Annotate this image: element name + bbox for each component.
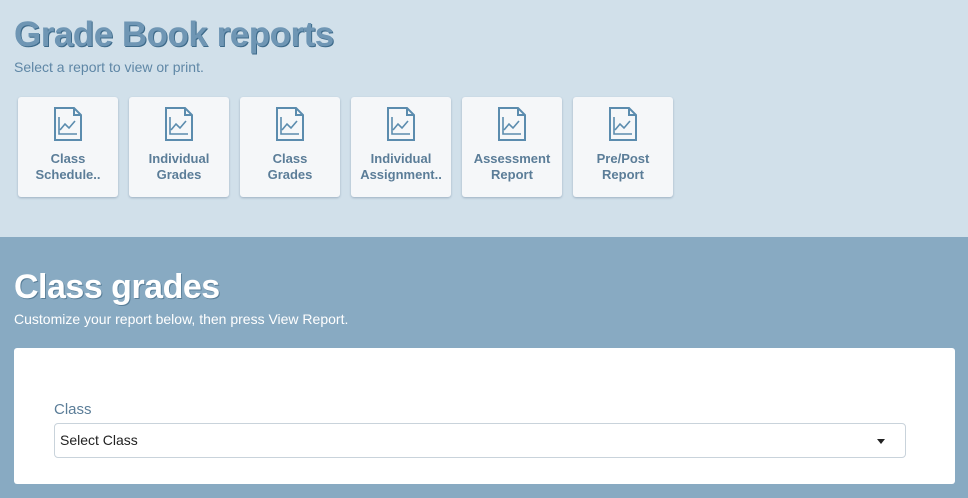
report-tile-pre-post-report[interactable]: Pre/Post Report	[573, 97, 673, 197]
page-title: Grade Book reports	[14, 15, 334, 54]
report-options-panel: Class grades Customize your report below…	[0, 237, 968, 498]
report-chart-icon	[54, 107, 82, 141]
report-chart-icon	[165, 107, 193, 141]
report-tiles: Class Schedule.. Individual Grades Class Gr…	[18, 97, 673, 197]
report-options-card: Class Select Class	[14, 348, 955, 484]
class-select-value: Select Class	[60, 432, 138, 448]
report-chart-icon	[276, 107, 304, 141]
report-tile-label: Assessment Report	[473, 151, 551, 182]
class-field-label: Class	[54, 401, 92, 418]
report-chart-icon	[609, 107, 637, 141]
reports-header-panel: Grade Book reports Select a report to vi…	[0, 0, 968, 237]
report-tile-label: Class Schedule..	[35, 151, 101, 182]
report-tile-label: Individual Grades	[148, 151, 210, 182]
report-tile-individual-grades[interactable]: Individual Grades	[129, 97, 229, 197]
caret-down-icon	[877, 439, 885, 444]
page-subtitle: Select a report to view or print.	[14, 59, 204, 75]
class-select[interactable]: Select Class	[54, 423, 906, 458]
report-tile-class-grades[interactable]: Class Grades	[240, 97, 340, 197]
report-tile-label: Pre/Post Report	[596, 151, 650, 182]
report-chart-icon	[498, 107, 526, 141]
section-subtitle: Customize your report below, then press …	[14, 311, 349, 327]
report-chart-icon	[387, 107, 415, 141]
report-tile-assessment-report[interactable]: Assessment Report	[462, 97, 562, 197]
report-tile-individual-assignment[interactable]: Individual Assignment..	[351, 97, 451, 197]
report-tile-class-schedule[interactable]: Class Schedule..	[18, 97, 118, 197]
report-tile-label: Individual Assignment..	[360, 151, 442, 182]
section-title: Class grades	[14, 268, 220, 306]
report-tile-label: Class Grades	[267, 151, 313, 182]
